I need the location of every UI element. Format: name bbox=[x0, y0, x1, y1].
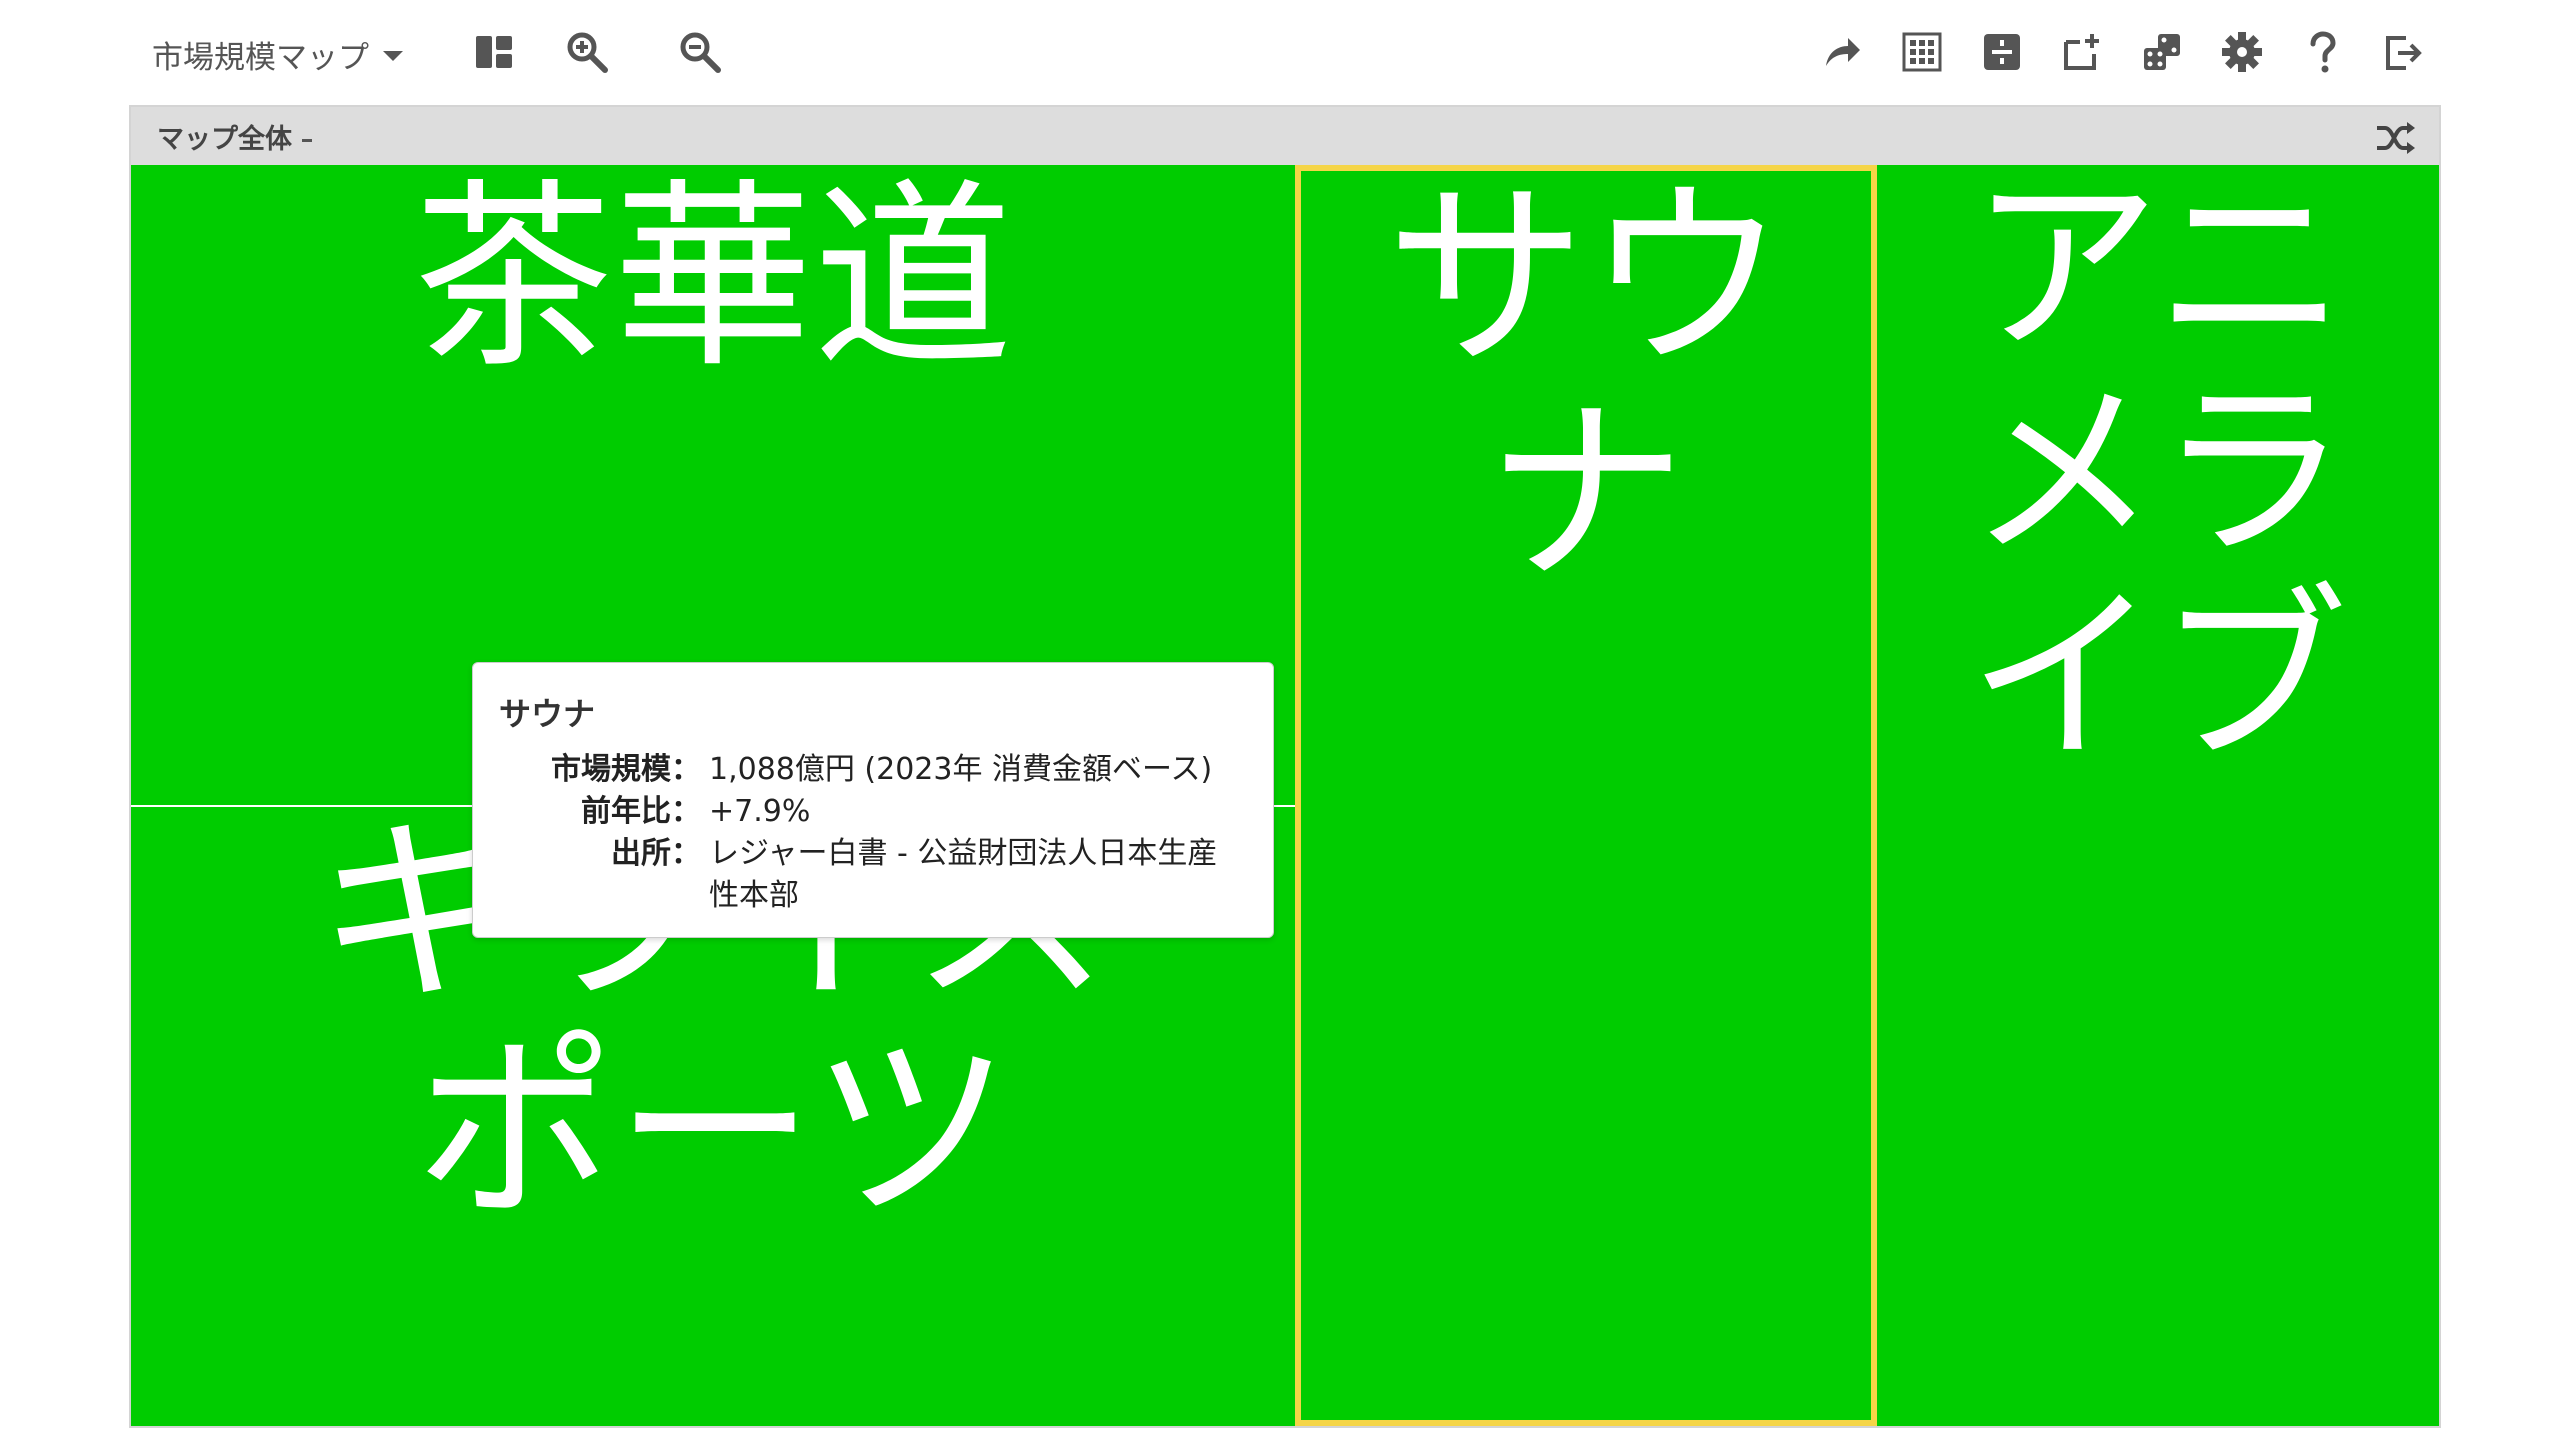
map-header: マップ全体 bbox=[131, 107, 2439, 165]
map-scope-label: マップ全体 bbox=[157, 123, 292, 155]
chevron-down-icon bbox=[302, 138, 312, 142]
help-icon[interactable] bbox=[2298, 28, 2346, 76]
chevron-down-icon bbox=[383, 51, 403, 61]
map-title-label: 市場規模マップ bbox=[152, 39, 369, 76]
tooltip-value: レジャー白書 - 公益財団法人日本生産性本部 bbox=[709, 836, 1218, 913]
treemap-tile[interactable]: アニメライブ bbox=[1877, 165, 2439, 1426]
map-scope-dropdown[interactable]: マップ全体 bbox=[157, 116, 312, 156]
tile-label: 茶華道 bbox=[412, 165, 1013, 395]
tooltip-row: 市場規模： 1,088億円 (2023年 消費金額ベース) bbox=[499, 749, 1247, 791]
tooltip-key: 市場規模： bbox=[551, 752, 701, 787]
add-window-icon[interactable] bbox=[2058, 28, 2106, 76]
tooltip-value: +7.9% bbox=[709, 794, 811, 829]
split-icon[interactable] bbox=[1978, 28, 2026, 76]
tooltip-key: 出所： bbox=[611, 836, 701, 871]
logout-icon[interactable] bbox=[2378, 28, 2426, 76]
dice-icon[interactable] bbox=[2138, 28, 2186, 76]
zoom-out-icon[interactable] bbox=[676, 28, 724, 76]
tooltip-key: 前年比： bbox=[581, 794, 701, 829]
treemap-tile-selected[interactable]: サウナ bbox=[1295, 165, 1877, 1426]
map-title-dropdown[interactable]: 市場規模マップ bbox=[152, 30, 403, 78]
tooltip-title: サウナ bbox=[499, 695, 596, 733]
layout-icon[interactable] bbox=[470, 28, 518, 76]
zoom-in-icon[interactable] bbox=[563, 28, 611, 76]
tile-label: サウナ bbox=[1385, 165, 1786, 611]
tile-label: アニメライブ bbox=[1967, 165, 2348, 789]
gear-icon[interactable] bbox=[2218, 28, 2266, 76]
share-icon[interactable] bbox=[1818, 28, 1866, 76]
top-toolbar: 市場規模マップ bbox=[0, 0, 2560, 105]
tooltip-row: 前年比： +7.9% bbox=[499, 791, 1247, 833]
grid-icon[interactable] bbox=[1898, 28, 1946, 76]
tooltip-row: 出所： レジャー白書 - 公益財団法人日本生産性本部 bbox=[499, 833, 1247, 917]
tooltip-value: 1,088億円 (2023年 消費金額ベース) bbox=[709, 752, 1213, 787]
tile-tooltip: サウナ 市場規模： 1,088億円 (2023年 消費金額ベース) 前年比： +… bbox=[472, 662, 1274, 938]
shuffle-icon[interactable] bbox=[2373, 116, 2417, 160]
